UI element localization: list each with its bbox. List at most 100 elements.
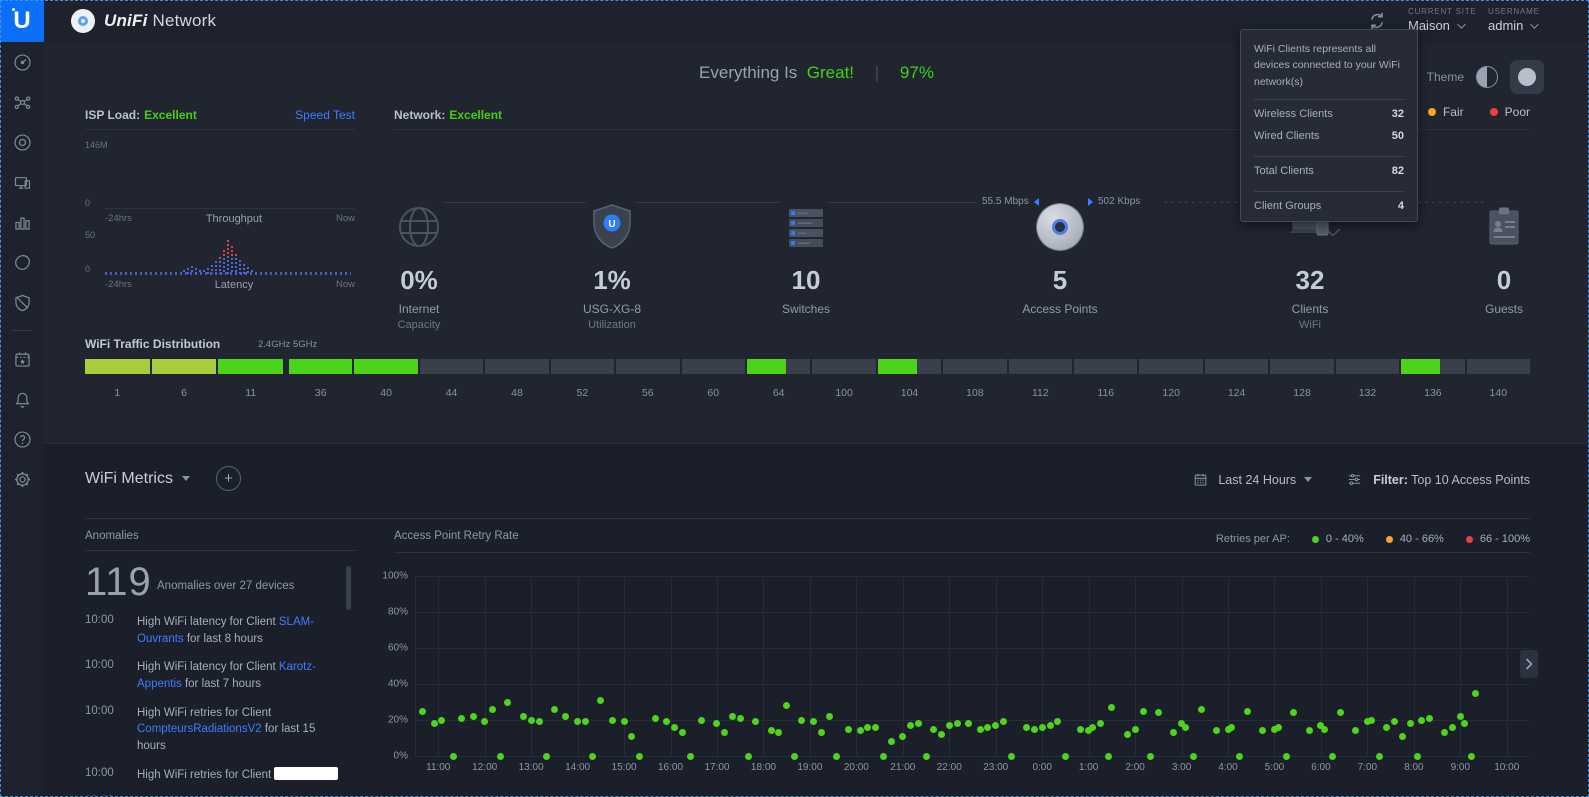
sidebar-item-map[interactable]	[0, 242, 44, 282]
network-title: Network:	[394, 108, 445, 122]
anomaly-text: High TCP latency for Client TNote 8 Pro …	[137, 795, 343, 796]
retry-dot	[864, 724, 871, 731]
anomaly-time: 10:00	[85, 705, 137, 755]
retry-dot	[609, 717, 616, 724]
gateway-node[interactable]: U 1% USG-XG-8 Utilization	[589, 130, 635, 180]
sidebar-item-clients[interactable]	[0, 162, 44, 202]
filter-control[interactable]: Filter: Top 10 Access Points	[1373, 473, 1530, 487]
sidebar-item-topology[interactable]	[0, 82, 44, 122]
isp-load-value: Excellent	[144, 108, 197, 122]
latency-chart: 50 0 -24hrs Latency Now	[85, 230, 355, 300]
gridline-vertical	[485, 576, 486, 756]
sidebar-item-devices[interactable]	[0, 122, 44, 162]
retry-dot	[1376, 753, 1383, 760]
anomaly-client-link[interactable]: CompteursRadiationsV2	[137, 723, 262, 735]
gridline-vertical	[763, 576, 764, 756]
gridline-vertical	[624, 576, 625, 756]
latency-spike-bars	[105, 238, 355, 274]
x-axis-label: 21:00	[890, 762, 915, 773]
x-axis-label: 5:00	[1265, 762, 1284, 773]
anomaly-item: 10:00High WiFi latency for Client Karotz…	[85, 659, 343, 692]
channel-cell	[682, 359, 745, 374]
guests-node[interactable]: 0 Guests	[1484, 130, 1524, 180]
globe-icon	[397, 205, 441, 249]
retry-dot	[857, 727, 864, 734]
retry-dot	[992, 722, 999, 729]
devices-icon	[12, 132, 33, 153]
anomaly-client-link[interactable]: Karotz-Appentis	[137, 661, 316, 690]
retry-dot	[752, 718, 759, 725]
sidebar-item-dashboard[interactable]	[0, 42, 44, 82]
x-axis-label: 20:00	[844, 762, 869, 773]
channel-cell	[878, 359, 941, 374]
calendar-icon[interactable]	[1193, 472, 1208, 487]
anomalies-title: Anomalies	[85, 530, 357, 542]
channel-tick-label: 100	[812, 387, 875, 399]
gridline-vertical	[717, 576, 718, 756]
sidebar-item-settings[interactable]	[0, 459, 44, 499]
redacted-client-name	[274, 767, 338, 780]
retry-dot	[1108, 704, 1115, 711]
retry-dot	[1000, 718, 1007, 725]
retry-dot	[1170, 729, 1177, 736]
tooltip-row: Wireless Clients32	[1254, 103, 1404, 125]
ubiquiti-logo[interactable]: U	[0, 0, 44, 42]
gridline-vertical	[1414, 576, 1415, 756]
retry-dot	[1140, 708, 1147, 715]
channel-tick-label: 140	[1467, 387, 1530, 399]
x-axis-label: 2:00	[1125, 762, 1144, 773]
sidebar-item-statistics[interactable]	[0, 202, 44, 242]
sidebar-item-insights[interactable]	[0, 282, 44, 322]
retry-dot	[628, 733, 635, 740]
channel-tick-label: 124	[1205, 387, 1268, 399]
username-dropdown[interactable]: admin	[1488, 18, 1540, 33]
legend-item-poor: Poor	[1490, 105, 1530, 119]
sidebar-item-events[interactable]	[0, 339, 44, 379]
internet-node[interactable]: 0% Internet Capacity	[397, 130, 441, 180]
gridline-vertical	[438, 576, 439, 756]
current-site-dropdown[interactable]: Maison	[1408, 18, 1477, 33]
retry-dot	[536, 718, 543, 725]
time-range-dropdown[interactable]: Last 24 Hours	[1218, 473, 1312, 487]
wifi-metrics-dropdown[interactable]: WiFi Metrics	[85, 470, 190, 488]
tooltip-row-value: 4	[1398, 200, 1404, 212]
light-theme-button[interactable]	[1476, 66, 1498, 88]
anomaly-item: 10:00High TCP latency for Client TNote 8…	[85, 795, 343, 796]
channel-tick-label: 36	[289, 387, 352, 399]
channel-tick-label: 44	[420, 387, 483, 399]
switches-node[interactable]: 10 Switches	[784, 130, 828, 180]
retry-dot	[597, 697, 604, 704]
retry-dot	[1321, 726, 1328, 733]
channel-tick-label: 6	[152, 387, 217, 399]
band-2-4ghz-bar	[85, 359, 283, 374]
latency-bar-peak	[223, 250, 225, 258]
retry-dot	[1047, 722, 1054, 729]
channel-fill	[289, 359, 352, 374]
retry-dot	[562, 713, 569, 720]
dark-theme-button[interactable]	[1510, 60, 1544, 94]
app-title-brand: UniFi	[104, 11, 148, 30]
access-points-node[interactable]: 5 Access Points	[1037, 130, 1083, 180]
channel-fill	[218, 359, 283, 374]
retry-dot	[1391, 718, 1398, 725]
anomalies-scrollbar[interactable]	[346, 566, 351, 610]
speed-test-link[interactable]: Speed Test	[295, 108, 355, 122]
retry-dot	[737, 715, 744, 722]
anomaly-client-link[interactable]: SLAM-Ouvrants	[137, 616, 314, 645]
channel-fill	[1401, 359, 1440, 374]
retry-dot	[663, 718, 670, 725]
add-metric-button[interactable]: +	[216, 466, 241, 491]
retry-dot	[954, 720, 961, 727]
sidebar-item-alerts[interactable]	[0, 379, 44, 419]
filter-sliders-icon[interactable]	[1346, 472, 1363, 487]
channel-tick-label: 132	[1336, 387, 1399, 399]
network-value: Excellent	[449, 108, 502, 122]
sidebar-item-help[interactable]	[0, 419, 44, 459]
gridline-vertical	[949, 576, 950, 756]
current-site-label: CURRENT SITE	[1408, 7, 1477, 16]
channel-tick-label: 104	[878, 387, 941, 399]
retry-dot	[1426, 715, 1433, 722]
next-page-button[interactable]	[1520, 650, 1538, 678]
retry-legend-item: 40 - 66%	[1386, 533, 1444, 545]
divider	[1254, 191, 1404, 192]
